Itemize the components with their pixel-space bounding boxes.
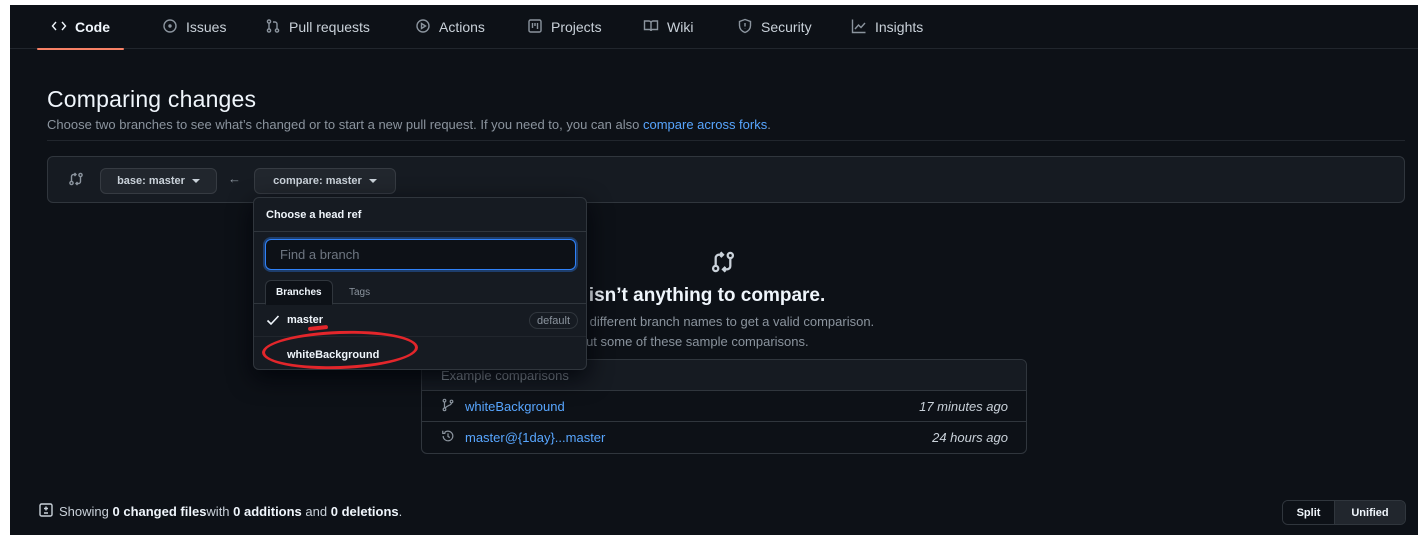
page-subtitle: Choose two branches to see what’s change… [47, 117, 771, 132]
compare-branch-button[interactable]: compare: master [254, 168, 396, 194]
example-comparisons: Example comparisons whiteBackground 17 m… [421, 359, 1027, 454]
branch-filter-input[interactable] [265, 239, 576, 270]
summary-end: . [398, 504, 403, 519]
branch-menu-title: Choose a head ref [254, 198, 586, 232]
tab-wiki[interactable]: Wiki [643, 5, 693, 49]
branch-item-label: master [287, 314, 324, 326]
tab-code-label: Code [75, 19, 110, 35]
tab-insights-label: Insights [875, 19, 924, 35]
summary-prefix: Showing [59, 504, 109, 519]
shield-icon [737, 18, 753, 37]
page-title: Comparing changes [47, 86, 257, 112]
subtitle-end: . [767, 117, 771, 132]
example-row[interactable]: whiteBackground 17 minutes ago [422, 391, 1026, 422]
tab-branches[interactable]: Branches [265, 280, 333, 305]
blankslate-line2: eck out some of these sample comparisons… [555, 334, 809, 349]
unified-view-button[interactable]: Unified [1335, 501, 1405, 524]
changed-files-link[interactable]: 0 changed files [113, 504, 207, 519]
diff-summary: Showing 0 changed files with 0 additions… [39, 503, 402, 520]
tab-issues[interactable]: Issues [162, 5, 226, 49]
tab-wiki-label: Wiki [667, 19, 694, 35]
git-compare-icon-large [710, 249, 736, 275]
play-icon [415, 18, 431, 37]
compare-across-forks-link[interactable]: compare across forks [643, 117, 767, 132]
blankslate-title: ere isn’t anything to compare. [555, 285, 826, 306]
subtitle-text: Choose two branches to see what’s change… [47, 117, 643, 132]
tab-actions[interactable]: Actions [415, 5, 485, 49]
tab-actions-label: Actions [439, 19, 485, 35]
summary-mid1: with [206, 504, 230, 519]
tab-tags[interactable]: Tags [339, 280, 380, 304]
example-link[interactable]: whiteBackground [465, 399, 565, 414]
compare-branch-label: compare: master [273, 175, 362, 187]
tab-issues-label: Issues [186, 19, 227, 35]
tab-security-label: Security [761, 19, 812, 35]
branch-menu-tabs: Branches Tags [254, 280, 586, 305]
diff-icon [39, 503, 59, 520]
github-compare-page: Code Issues Pull requests Actions Projec… [10, 5, 1418, 535]
book-icon [643, 18, 659, 37]
summary-mid2: and [305, 504, 328, 519]
deletions-count: 0 deletions [330, 504, 399, 519]
tab-pull-requests-label: Pull requests [289, 19, 370, 35]
branch-icon [441, 398, 465, 415]
issue-icon [162, 18, 178, 37]
tab-projects[interactable]: Projects [527, 5, 602, 49]
split-view-button[interactable]: Split [1283, 501, 1335, 524]
code-icon [51, 18, 67, 37]
range-editor: base: master ← compare: master [47, 156, 1405, 203]
example-time: 24 hours ago [932, 430, 1008, 445]
base-branch-label: base: master [117, 175, 185, 187]
blankslate-line1: e two different branch names to get a va… [555, 314, 875, 329]
branch-item-master[interactable]: master default [254, 304, 586, 337]
git-compare-icon [68, 171, 84, 187]
graph-icon [851, 18, 867, 37]
diff-view-toggle: Split Unified [1282, 500, 1406, 525]
branch-select-menu: Choose a head ref Branches Tags master d… [253, 197, 587, 370]
example-row[interactable]: master@{1day}...master 24 hours ago [422, 422, 1026, 453]
history-icon [441, 429, 465, 446]
pull-request-icon [265, 18, 281, 37]
arrow-left-icon: ← [228, 171, 241, 186]
check-icon [266, 314, 280, 326]
chevron-down-icon [191, 179, 200, 183]
tab-security[interactable]: Security [737, 5, 812, 49]
base-branch-button[interactable]: base: master [100, 168, 217, 194]
branch-item-whitebackground[interactable]: whiteBackground [254, 338, 586, 369]
tab-pull-requests[interactable]: Pull requests [265, 5, 370, 49]
tab-insights[interactable]: Insights [851, 5, 923, 49]
branch-item-label: whiteBackground [287, 348, 380, 361]
divider [47, 140, 1405, 141]
tab-projects-label: Projects [551, 19, 602, 35]
example-link[interactable]: master@{1day}...master [465, 430, 605, 445]
project-icon [527, 18, 543, 37]
tab-code[interactable]: Code [37, 5, 124, 50]
example-time: 17 minutes ago [919, 398, 1008, 414]
default-badge: default [528, 312, 578, 329]
chevron-down-icon [368, 179, 377, 183]
repo-tab-nav: Code Issues Pull requests Actions Projec… [10, 5, 1418, 50]
additions-count: 0 additions [233, 504, 302, 519]
